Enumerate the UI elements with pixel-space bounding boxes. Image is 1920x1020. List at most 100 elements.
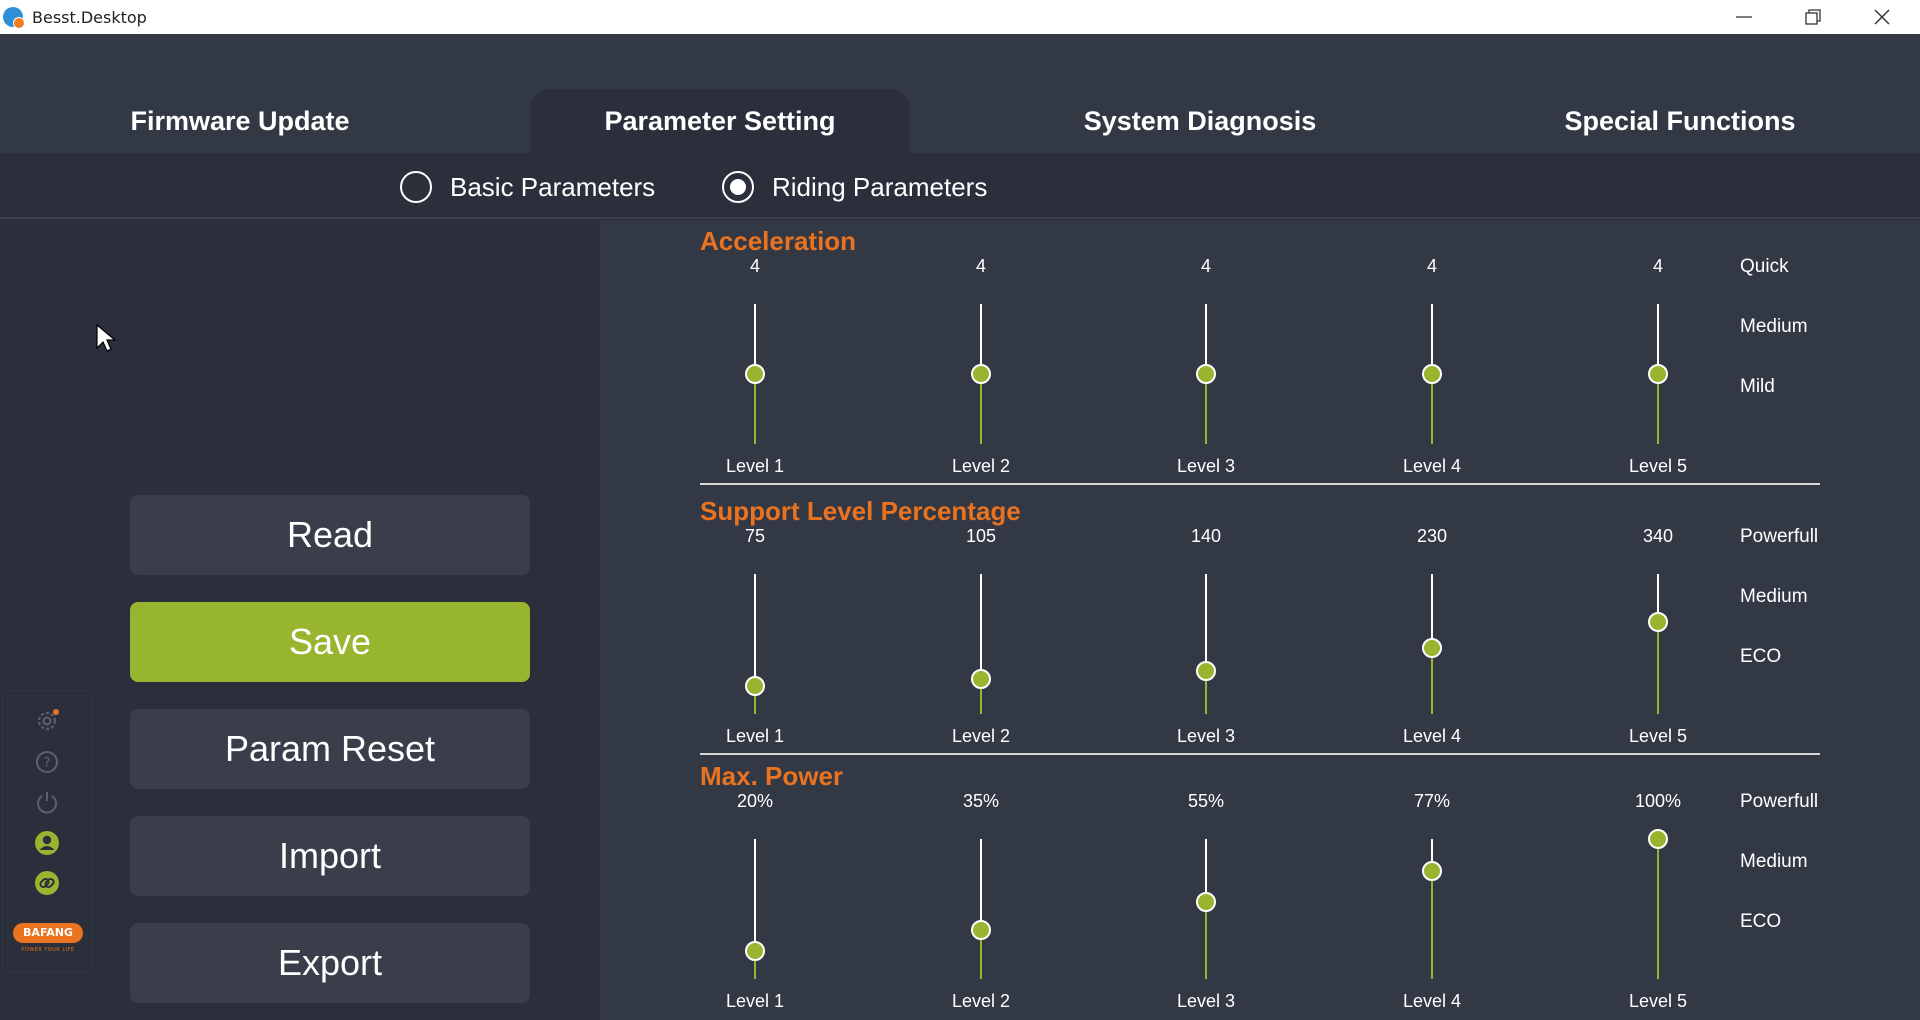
restore-icon xyxy=(1805,9,1821,25)
radio-basic-parameters[interactable]: Basic Parameters xyxy=(400,167,655,207)
minimize-icon xyxy=(1736,16,1752,18)
slider-value: 4 xyxy=(749,256,760,276)
slider-value: 77% xyxy=(1413,791,1451,811)
power-icon xyxy=(37,792,57,814)
acceleration-slider-level-4[interactable]: 4 Level 4 xyxy=(1372,220,1492,476)
tab-special-functions[interactable]: Special Functions xyxy=(1480,89,1880,153)
slider-value: 105 xyxy=(965,526,997,546)
slider-thumb[interactable] xyxy=(1422,638,1442,659)
slider-level-label: Level 1 xyxy=(725,456,785,476)
slider-value: 4 xyxy=(975,256,986,276)
acceleration-slider-level-1[interactable]: 4 Level 1 xyxy=(695,220,815,476)
settings-icon xyxy=(37,709,59,731)
slider-thumb[interactable] xyxy=(1648,364,1668,384)
minimize-button[interactable] xyxy=(1710,0,1778,34)
import-button[interactable]: Import xyxy=(130,816,530,896)
slider-thumb[interactable] xyxy=(745,676,765,696)
window-title: Besst.Desktop xyxy=(32,8,147,27)
slider-level-label: Level 1 xyxy=(725,726,785,746)
slider-track xyxy=(754,574,756,686)
tab-firmware-update[interactable]: Firmware Update xyxy=(30,89,450,153)
support-level-slider-level-5[interactable]: 340 Level 5 xyxy=(1598,490,1718,746)
slider-thumb[interactable] xyxy=(745,941,765,961)
max-power-slider-level-1[interactable]: 20% Level 1 xyxy=(695,755,815,1011)
slider-thumb[interactable] xyxy=(971,920,991,940)
slider-thumb[interactable] xyxy=(1196,892,1216,912)
max-power-slider-level-3[interactable]: 55% Level 3 xyxy=(1146,755,1266,1011)
acceleration-slider-level-3[interactable]: 4 Level 3 xyxy=(1146,220,1266,476)
radio-unchecked-icon xyxy=(400,171,432,203)
slider-thumb[interactable] xyxy=(971,669,991,689)
max-power-slider-level-2[interactable]: 35% Level 2 xyxy=(921,755,1041,1011)
slider-fill xyxy=(1205,902,1207,979)
slider-fill xyxy=(980,374,982,444)
slider-fill xyxy=(754,374,756,444)
slider-value: 75 xyxy=(744,526,766,546)
read-button[interactable]: Read xyxy=(130,495,530,575)
save-button[interactable]: Save xyxy=(130,602,530,682)
acceleration-slider-level-2[interactable]: 4 Level 2 xyxy=(921,220,1041,476)
slider-level-label: Level 2 xyxy=(951,726,1011,746)
parameter-type-bar: Basic Parameters Riding Parameters xyxy=(0,153,1920,219)
main-tab-bar: Firmware Update Parameter Setting System… xyxy=(0,34,1920,153)
support-level-slider-level-4[interactable]: 230 Level 4 xyxy=(1372,490,1492,746)
user-button[interactable] xyxy=(33,829,61,857)
slider-fill xyxy=(1657,839,1659,979)
slider-value: 100% xyxy=(1634,791,1682,811)
bafang-logo: BAFANG xyxy=(13,923,83,943)
slider-value: 140 xyxy=(1190,526,1222,546)
slider-thumb[interactable] xyxy=(1422,861,1442,882)
support-level-section: Support Level Percentage 75 Level 1 105 Leve… xyxy=(600,490,1920,760)
slider-level-label: Level 3 xyxy=(1176,726,1236,746)
scale-label: ECO xyxy=(1740,646,1782,667)
slider-value: 4 xyxy=(1426,256,1437,276)
slider-value: 340 xyxy=(1642,526,1674,546)
slider-track xyxy=(1205,574,1207,671)
max-power-slider-level-4[interactable]: 77% Level 4 xyxy=(1372,755,1492,1011)
help-icon: ? xyxy=(36,751,58,773)
side-toolbar: ? BAFANG POWER YOUR LIFE xyxy=(2,690,92,973)
slider-thumb[interactable] xyxy=(971,364,991,384)
slider-level-label: Level 5 xyxy=(1628,456,1688,476)
title-bar: Besst.Desktop xyxy=(0,0,1920,34)
link-icon xyxy=(35,871,59,895)
slider-fill xyxy=(1431,374,1433,444)
slider-level-label: Level 3 xyxy=(1176,456,1236,476)
radio-basic-label: Basic Parameters xyxy=(450,171,656,202)
tab-parameter-setting[interactable]: Parameter Setting xyxy=(530,89,910,153)
acceleration-slider-level-5[interactable]: 4 Level 5 xyxy=(1598,220,1718,476)
slider-track xyxy=(980,574,982,679)
slider-level-label: Level 5 xyxy=(1628,991,1688,1011)
connection-button[interactable] xyxy=(33,869,61,897)
support-level-slider-level-3[interactable]: 140 Level 3 xyxy=(1146,490,1266,746)
close-button[interactable] xyxy=(1848,0,1916,34)
settings-button[interactable] xyxy=(33,707,61,735)
tab-system-diagnosis[interactable]: System Diagnosis xyxy=(1000,89,1400,153)
slider-value: 4 xyxy=(1652,256,1663,276)
slider-thumb[interactable] xyxy=(1196,660,1216,681)
export-button[interactable]: Export xyxy=(130,923,530,1003)
slider-thumb[interactable] xyxy=(1648,611,1668,632)
slider-fill xyxy=(1431,871,1433,979)
user-icon xyxy=(35,831,59,855)
svg-text:?: ? xyxy=(44,756,51,771)
slider-fill xyxy=(1657,374,1659,444)
slider-level-label: Level 4 xyxy=(1402,726,1462,746)
slider-thumb[interactable] xyxy=(1196,364,1216,384)
param-reset-button[interactable]: Param Reset xyxy=(130,709,530,789)
max-power-section: Max. Power 20% Level 1 35% Level 2 55% Level 3… xyxy=(600,755,1920,1020)
help-button[interactable]: ? xyxy=(33,748,61,776)
radio-riding-parameters[interactable]: Riding Parameters xyxy=(722,167,987,207)
support-level-slider-level-2[interactable]: 105 Level 2 xyxy=(921,490,1041,746)
section-divider xyxy=(700,483,1820,485)
support-level-slider-level-1[interactable]: 75 Level 1 xyxy=(695,490,815,746)
power-button[interactable] xyxy=(33,788,61,816)
restore-button[interactable] xyxy=(1779,0,1847,34)
slider-track xyxy=(754,839,756,951)
radio-checked-icon xyxy=(722,171,754,203)
slider-thumb[interactable] xyxy=(745,364,765,384)
slider-thumb[interactable] xyxy=(1648,829,1668,849)
max-power-slider-level-5[interactable]: 100% Level 5 xyxy=(1598,755,1718,1011)
slider-value: 55% xyxy=(1187,791,1225,811)
slider-thumb[interactable] xyxy=(1422,364,1442,384)
